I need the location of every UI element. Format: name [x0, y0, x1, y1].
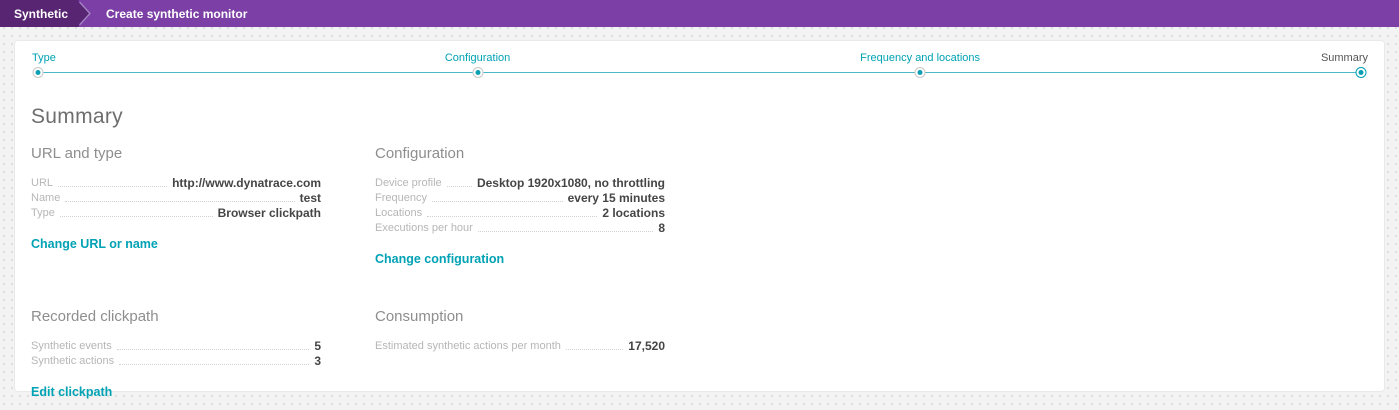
dotted-leader — [431, 201, 563, 202]
summary-card: Type Configuration Frequency and locatio… — [14, 40, 1385, 399]
kv-label: URL — [31, 177, 54, 189]
kv-label: Type — [31, 207, 55, 219]
kv-label: Executions per hour — [375, 222, 473, 234]
kv-row-name: Name test — [31, 191, 321, 205]
kv-value: 5 — [314, 339, 321, 353]
section-consumption: Consumption Estimated synthetic actions … — [375, 308, 665, 401]
kv-value: 17,520 — [628, 339, 665, 353]
step-label-type[interactable]: Type — [32, 52, 56, 64]
kv-label: Frequency — [375, 192, 427, 204]
section-recorded-clickpath: Recorded clickpath Synthetic events 5 Sy… — [31, 308, 321, 401]
dotted-leader — [59, 216, 213, 217]
breadcrumb-synthetic[interactable]: Synthetic — [0, 0, 79, 27]
kv-value: Browser clickpath — [217, 206, 321, 220]
kv-value: 3 — [314, 354, 321, 368]
kv-value: test — [299, 191, 321, 205]
kv-label: Synthetic actions — [31, 355, 115, 367]
dotted-leader — [565, 349, 624, 350]
breadcrumb-label: Synthetic — [14, 6, 69, 21]
kv-row-locations: Locations 2 locations — [375, 206, 665, 220]
kv-row-type: Type Browser clickpath — [31, 206, 321, 220]
section-title: Configuration — [375, 145, 465, 162]
kv-row-synthetic-actions: Synthetic actions 3 — [31, 354, 321, 368]
dotted-leader — [477, 231, 654, 232]
dotted-leader — [427, 216, 598, 217]
dotted-leader — [119, 364, 310, 365]
kv-value: 8 — [658, 221, 665, 235]
kv-label: Synthetic events — [31, 340, 112, 352]
summary-sections: URL and type URL http://www.dynatrace.co… — [31, 145, 1368, 401]
wizard-stepper: Type Configuration Frequency and locatio… — [31, 41, 1368, 89]
section-url-and-type: URL and type URL http://www.dynatrace.co… — [31, 145, 321, 268]
step-dot-configuration[interactable] — [472, 67, 484, 78]
change-configuration-link[interactable]: Change configuration — [375, 252, 504, 266]
page-title: Summary — [31, 105, 123, 128]
stepper-progress-line — [38, 72, 1361, 73]
kv-label: Device profile — [375, 177, 442, 189]
kv-label: Name — [31, 192, 61, 204]
step-dot-frequency-and-locations[interactable] — [914, 67, 926, 78]
step-label-summary: Summary — [1320, 52, 1368, 64]
page-header-title: Create synthetic monitor — [106, 6, 248, 21]
kv-value: every 15 minutes — [567, 191, 665, 205]
step-label-configuration[interactable]: Configuration — [445, 52, 510, 64]
kv-row-executions-per-hour: Executions per hour 8 — [375, 221, 665, 235]
dotted-leader — [116, 349, 310, 350]
edit-clickpath-link[interactable]: Edit clickpath — [31, 385, 112, 399]
dotted-leader — [58, 186, 168, 187]
section-configuration: Configuration Device profile Desktop 192… — [375, 145, 665, 268]
app-header: Synthetic Create synthetic monitor — [0, 0, 1399, 27]
dotted-leader — [65, 201, 295, 202]
kv-value: Desktop 1920x1080, no throttling — [476, 176, 665, 190]
kv-label: Locations — [375, 207, 423, 219]
breadcrumb-chevron-icon — [78, 0, 91, 27]
step-label-frequency-and-locations[interactable]: Frequency and locations — [860, 52, 980, 64]
change-url-or-name-link[interactable]: Change URL or name — [31, 237, 158, 251]
kv-row-frequency: Frequency every 15 minutes — [375, 191, 665, 205]
kv-row-estimated-actions-per-month: Estimated synthetic actions per month 17… — [375, 339, 665, 353]
kv-value: 2 locations — [602, 206, 665, 220]
section-title: Consumption — [375, 308, 464, 325]
step-dot-summary-active — [1355, 67, 1367, 78]
step-dot-type[interactable] — [32, 67, 44, 78]
kv-row-synthetic-events: Synthetic events 5 — [31, 339, 321, 353]
kv-label: Estimated synthetic actions per month — [375, 340, 561, 352]
dotted-leader — [446, 186, 472, 187]
section-title: Recorded clickpath — [31, 308, 159, 325]
kv-row-url: URL http://www.dynatrace.com — [31, 176, 321, 190]
section-title: URL and type — [31, 145, 123, 162]
kv-row-device-profile: Device profile Desktop 1920x1080, no thr… — [375, 176, 665, 190]
kv-value: http://www.dynatrace.com — [172, 176, 321, 190]
